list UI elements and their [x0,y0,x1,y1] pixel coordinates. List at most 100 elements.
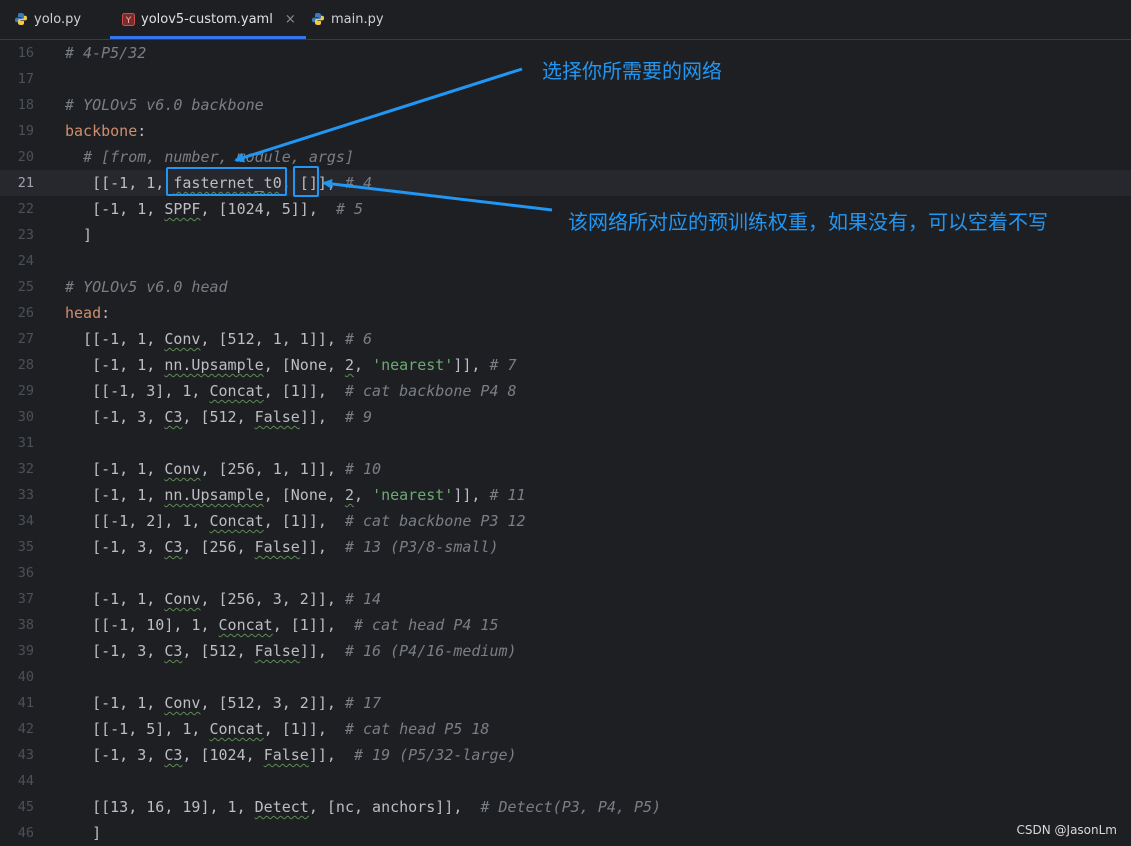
code-line[interactable]: 34 [[-1, 2], 1, Concat, [1]], # cat back… [0,508,1131,534]
code-comment: # [from, number, module, args] [83,148,354,166]
code-line[interactable]: 39 [-1, 3, C3, [512, False]], # 16 (P4/1… [0,638,1131,664]
line-number: 38 [17,617,34,633]
line-code[interactable]: [[-1, 1, Conv, [512, 1, 1]], # 6 [65,326,372,352]
tab-yolov5-custom-yaml[interactable]: Y yolov5-custom.yaml × [110,0,306,39]
line-code[interactable]: [[13, 16, 19], 1, Detect, [nc, anchors]]… [65,794,661,820]
code-line[interactable]: 28 [-1, 1, nn.Upsample, [None, 2, 'neare… [0,352,1131,378]
code-comment: # YOLOv5 v6.0 backbone [65,96,264,114]
line-code[interactable]: [-1, 3, C3, [256, False]], # 13 (P3/8-sm… [65,534,498,560]
code-comment: # 7 [489,356,517,374]
code-line[interactable]: 37 [-1, 1, Conv, [256, 3, 2]], # 14 [0,586,1131,612]
code-token: , [256, 3, 2]], [200,590,345,608]
line-code[interactable]: ] [65,222,92,248]
line-code[interactable]: [[-1, 5], 1, Concat, [1]], # cat head P5… [65,716,489,742]
line-number: 30 [17,409,34,425]
line-code[interactable]: [[-1, 10], 1, Concat, [1]], # cat head P… [65,612,498,638]
module-highlight-box [166,167,287,196]
tab-yolo-py[interactable]: yolo.py [14,0,81,38]
code-token: [-1, 3, [65,642,165,660]
line-number: 32 [17,461,34,477]
code-line[interactable]: 19 backbone: [0,118,1131,144]
line-code[interactable]: [-1, 1, nn.Upsample, [None, 2, 'nearest'… [65,482,526,508]
python-icon [14,12,28,26]
code-token-warning: Concat [209,512,264,530]
code-token: [[-1, 1, [65,330,165,348]
line-number: 22 [17,201,34,217]
line-code[interactable]: # 4-P5/32 [65,40,146,66]
line-code[interactable]: head: [65,300,110,326]
line-number: 43 [17,747,34,763]
code-token-warning: Conv [164,330,201,348]
code-comment: # 19 (P5/32-large) [354,746,517,764]
code-line[interactable]: 45 [[13, 16, 19], 1, Detect, [nc, anchor… [0,794,1131,820]
line-code[interactable]: [-1, 1, Conv, [512, 3, 2]], # 17 [65,690,381,716]
line-number: 40 [17,669,34,685]
line-code[interactable]: [-1, 3, C3, [1024, False]], # 19 (P5/32-… [65,742,517,768]
code-token-warning: Concat [209,720,264,738]
code-line[interactable]: 42 [[-1, 5], 1, Concat, [1]], # cat head… [0,716,1131,742]
code-line[interactable]: 43 [-1, 3, C3, [1024, False]], # 19 (P5/… [0,742,1131,768]
code-token: [-1, 1, [65,486,165,504]
code-token-warning: C3 [164,642,183,660]
code-token: [-1, 3, [65,408,165,426]
line-code[interactable]: # YOLOv5 v6.0 head [65,274,228,300]
code-string: 'nearest' [372,486,454,504]
code-line[interactable]: 18 # YOLOv5 v6.0 backbone [0,92,1131,118]
code-line[interactable]: 31 [0,430,1131,456]
code-line[interactable]: 40 [0,664,1131,690]
line-number: 37 [17,591,34,607]
line-code[interactable]: [-1, 3, C3, [512, False]], # 16 (P4/16-m… [65,638,517,664]
code-token: ]], [299,642,345,660]
line-code[interactable]: [-1, 1, Conv, [256, 3, 2]], # 14 [65,586,381,612]
code-editor[interactable]: 16 # 4-P5/32 17 18 # YOLOv5 v6.0 backbone 19 b… [0,40,1131,845]
line-code[interactable]: [-1, 1, SPPF, [1024, 5]], # 5 [65,196,363,222]
tab-main-py[interactable]: main.py [311,0,384,38]
line-code[interactable]: ] [65,820,101,846]
code-token: [-1, 1, [65,460,165,478]
code-token-warning: 2 [344,356,354,374]
code-token: , [1]], [263,382,345,400]
code-line[interactable]: 44 [0,768,1131,794]
code-line[interactable]: 26 head: [0,300,1131,326]
code-line[interactable]: 29 [[-1, 3], 1, Concat, [1]], # cat back… [0,378,1131,404]
yaml-icon: Y [122,12,135,26]
code-token-warning: 2 [344,486,354,504]
code-token-warning: False [254,408,300,426]
line-code[interactable]: [[-1, 3], 1, Concat, [1]], # cat backbon… [65,378,516,404]
code-line[interactable]: 36 [0,560,1131,586]
code-comment: # 11 [489,486,526,504]
code-line[interactable]: 41 [-1, 1, Conv, [512, 3, 2]], # 17 [0,690,1131,716]
tab-label: yolo.py [34,11,82,27]
line-code[interactable]: [[-1, 2], 1, Concat, [1]], # cat backbon… [65,508,526,534]
code-line[interactable]: 30 [-1, 3, C3, [512, False]], # 9 [0,404,1131,430]
line-number: 44 [17,773,34,789]
line-code[interactable]: [-1, 3, C3, [512, False]], # 9 [65,404,372,430]
network-annotation: 选择你所需要的网络 [542,59,722,83]
code-token-warning: Detect [254,798,309,816]
line-code[interactable]: backbone: [65,118,146,144]
line-number: 24 [17,253,34,269]
code-line[interactable]: 33 [-1, 1, nn.Upsample, [None, 2, 'neare… [0,482,1131,508]
code-token-warning: SPPF [164,200,201,218]
code-comment: # 16 (P4/16-medium) [344,642,517,660]
args-highlight-box [293,166,319,197]
code-token: [[-1, 10], 1, [65,616,219,634]
line-number: 46 [17,825,34,841]
code-line[interactable]: 32 [-1, 1, Conv, [256, 1, 1]], # 10 [0,456,1131,482]
code-token: ]], [299,538,345,556]
code-line[interactable]: 25 # YOLOv5 v6.0 head [0,274,1131,300]
code-line[interactable]: 27 [[-1, 1, Conv, [512, 1, 1]], # 6 [0,326,1131,352]
line-code[interactable]: [-1, 1, Conv, [256, 1, 1]], # 10 [65,456,381,482]
code-line[interactable]: 38 [[-1, 10], 1, Concat, [1]], # cat hea… [0,612,1131,638]
line-code[interactable]: # YOLOv5 v6.0 backbone [65,92,264,118]
tab-label: main.py [331,11,384,27]
watermark: CSDN @JasonLm [1016,823,1118,837]
code-comment: # cat backbone P3 12 [344,512,526,530]
code-line[interactable]: 24 [0,248,1131,274]
yaml-key: head [65,304,102,322]
code-line[interactable]: 46 ] [0,820,1131,846]
close-icon[interactable]: × [285,12,296,27]
code-token-warning: False [263,746,309,764]
line-code[interactable]: [-1, 1, nn.Upsample, [None, 2, 'nearest'… [65,352,517,378]
code-line[interactable]: 35 [-1, 3, C3, [256, False]], # 13 (P3/8… [0,534,1131,560]
